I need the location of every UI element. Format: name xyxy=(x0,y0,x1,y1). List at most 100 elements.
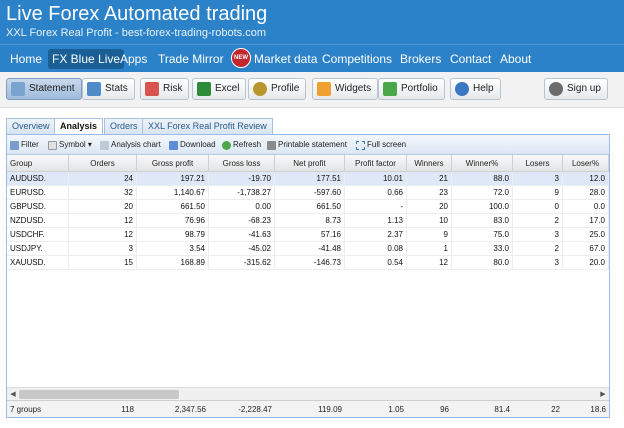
table-cell: - xyxy=(345,200,407,214)
scroll-left-arrow-icon[interactable]: ◀ xyxy=(8,389,18,400)
table-cell: 0.00 xyxy=(209,200,275,214)
scroll-right-arrow-icon[interactable]: ▶ xyxy=(598,389,608,400)
table-cell: 76.96 xyxy=(137,214,209,228)
statement-button[interactable]: Statement xyxy=(6,78,82,100)
table-row[interactable]: XAUUSD. 15 168.89 -315.62 -146.73 0.54 12 80.0 3… xyxy=(7,256,609,270)
table-cell: 1 xyxy=(407,242,452,256)
filter-icon xyxy=(10,141,19,150)
tab-orders[interactable]: Orders xyxy=(104,118,144,134)
summary-cell: 118 xyxy=(121,405,134,414)
help-button[interactable]: Help xyxy=(450,78,501,100)
signup-label: Sign up xyxy=(567,83,601,94)
table-cell: USDCHF. xyxy=(7,228,69,242)
tab-review[interactable]: XXL Forex Real Profit Review xyxy=(142,118,273,134)
table-cell: 10.01 xyxy=(345,172,407,186)
signup-button[interactable]: Sign up xyxy=(544,78,608,100)
table-row[interactable]: USDJPY. 3 3.54 -45.02 -41.48 0.08 1 33.0 2 67.0 xyxy=(7,242,609,256)
nav-market-data[interactable]: Market data xyxy=(250,49,321,69)
column-header[interactable]: Orders xyxy=(69,155,137,172)
tab-analysis[interactable]: Analysis xyxy=(54,118,104,135)
table-cell: 0.54 xyxy=(345,256,407,270)
refresh-icon xyxy=(222,141,231,150)
profile-icon xyxy=(253,82,267,96)
risk-icon xyxy=(145,82,159,96)
table-cell: -315.62 xyxy=(209,256,275,270)
stats-button[interactable]: Stats xyxy=(82,78,135,100)
table-cell: 3 xyxy=(513,172,563,186)
refresh-button[interactable]: Refresh xyxy=(222,138,261,152)
widgets-button[interactable]: Widgets xyxy=(312,78,379,100)
table-cell: -1,738.27 xyxy=(209,186,275,200)
excel-button[interactable]: Excel xyxy=(192,78,247,100)
profile-label: Profile xyxy=(271,83,300,94)
column-header[interactable]: Group xyxy=(7,155,69,172)
printable-statement-button[interactable]: Printable statement xyxy=(267,138,347,152)
table-cell: 72.0 xyxy=(452,186,513,200)
column-header[interactable]: Net profit xyxy=(275,155,345,172)
table-row[interactable]: USDCHF. 12 98.79 -41.63 57.16 2.37 9 75.0 3 25.0 xyxy=(7,228,609,242)
table-cell: 25.0 xyxy=(563,228,609,242)
table-cell: USDJPY. xyxy=(7,242,69,256)
table-cell: 12 xyxy=(407,256,452,270)
filter-button[interactable]: Filter xyxy=(10,138,39,152)
table-row[interactable]: NZDUSD. 12 76.96 -68.23 8.73 1.13 10 83.0 2 17.0 xyxy=(7,214,609,228)
table-row[interactable]: AUDUSD. 24 197.21 -19.70 177.51 10.01 21 88.0 3 1… xyxy=(7,172,609,186)
nav-fx-blue-live[interactable]: FX Blue Live xyxy=(48,49,125,69)
nav-about[interactable]: About xyxy=(496,49,535,69)
printable-label: Printable statement xyxy=(278,140,347,149)
column-header[interactable]: Gross profit xyxy=(137,155,209,172)
download-icon xyxy=(169,141,178,150)
table-cell: 75.0 xyxy=(452,228,513,242)
summary-cell: 7 groups xyxy=(10,405,42,414)
fullscreen-button[interactable]: Full screen xyxy=(356,138,406,152)
table-cell: NZDUSD. xyxy=(7,214,69,228)
column-header[interactable]: Loser% xyxy=(563,155,609,172)
horizontal-scrollbar[interactable]: ◀ ▶ xyxy=(7,387,609,400)
analysis-chart-button[interactable]: Analysis chart xyxy=(100,138,161,152)
table-cell: -45.02 xyxy=(209,242,275,256)
nav-competitions[interactable]: Competitions xyxy=(318,49,396,69)
table-cell: AUDUSD. xyxy=(7,172,69,186)
table-cell: 3 xyxy=(513,228,563,242)
table-cell: 1,140.67 xyxy=(137,186,209,200)
column-header[interactable]: Gross loss xyxy=(209,155,275,172)
help-icon xyxy=(455,82,469,96)
analysis-chart-label: Analysis chart xyxy=(111,140,161,149)
table-cell: 100.0 xyxy=(452,200,513,214)
nav-brokers[interactable]: Brokers xyxy=(396,49,445,69)
table-row[interactable]: GBPUSD. 20 661.50 0.00 661.50-20 100.0 0 0.0 xyxy=(7,200,609,214)
nav-trade-mirror[interactable]: Trade Mirror xyxy=(154,49,228,69)
column-header[interactable]: Profit factor xyxy=(345,155,407,172)
table-row[interactable]: EURUSD. 32 1,140.67 -1,738.27 -597.60 0.66 23 7… xyxy=(7,186,609,200)
profile-button[interactable]: Profile xyxy=(248,78,307,100)
table-cell: 3 xyxy=(513,256,563,270)
download-button[interactable]: Download xyxy=(169,138,216,152)
table-cell: 0.0 xyxy=(563,200,609,214)
nav-contact[interactable]: Contact xyxy=(446,49,495,69)
summary-cell: 2,347.56 xyxy=(174,405,206,414)
table-cell: 0.66 xyxy=(345,186,407,200)
table-cell: 67.0 xyxy=(563,242,609,256)
scrollbar-thumb[interactable] xyxy=(19,390,179,399)
column-header[interactable]: Winner% xyxy=(452,155,513,172)
nav-apps[interactable]: Apps xyxy=(116,49,151,69)
portfolio-button[interactable]: Portfolio xyxy=(378,78,445,100)
table-cell: 83.0 xyxy=(452,214,513,228)
site-title: Live Forex Automated trading xyxy=(6,3,268,25)
column-header[interactable]: Winners xyxy=(407,155,452,172)
statement-label: Statement xyxy=(29,83,75,94)
site-header: Live Forex Automated trading XXL Forex R… xyxy=(0,0,624,44)
column-header[interactable]: Losers xyxy=(513,155,563,172)
account-toolbar: Statement Stats Risk Excel Profile Widge… xyxy=(0,72,624,108)
tab-overview[interactable]: Overview xyxy=(6,118,56,134)
grid-header: Group Orders Gross profit Gross loss Net pro… xyxy=(7,155,609,172)
grid-body: AUDUSD. 24 197.21 -19.70 177.51 10.01 21 88.0 3 1… xyxy=(7,172,609,387)
table-cell: 9 xyxy=(513,186,563,200)
printer-icon xyxy=(267,141,276,150)
nav-home[interactable]: Home xyxy=(6,49,46,69)
help-label: Help xyxy=(473,83,494,94)
risk-button[interactable]: Risk xyxy=(140,78,190,100)
table-cell: 80.0 xyxy=(452,256,513,270)
symbol-dropdown[interactable]: Symbol ▾ xyxy=(48,138,92,152)
summary-cell: 1.05 xyxy=(388,405,404,414)
